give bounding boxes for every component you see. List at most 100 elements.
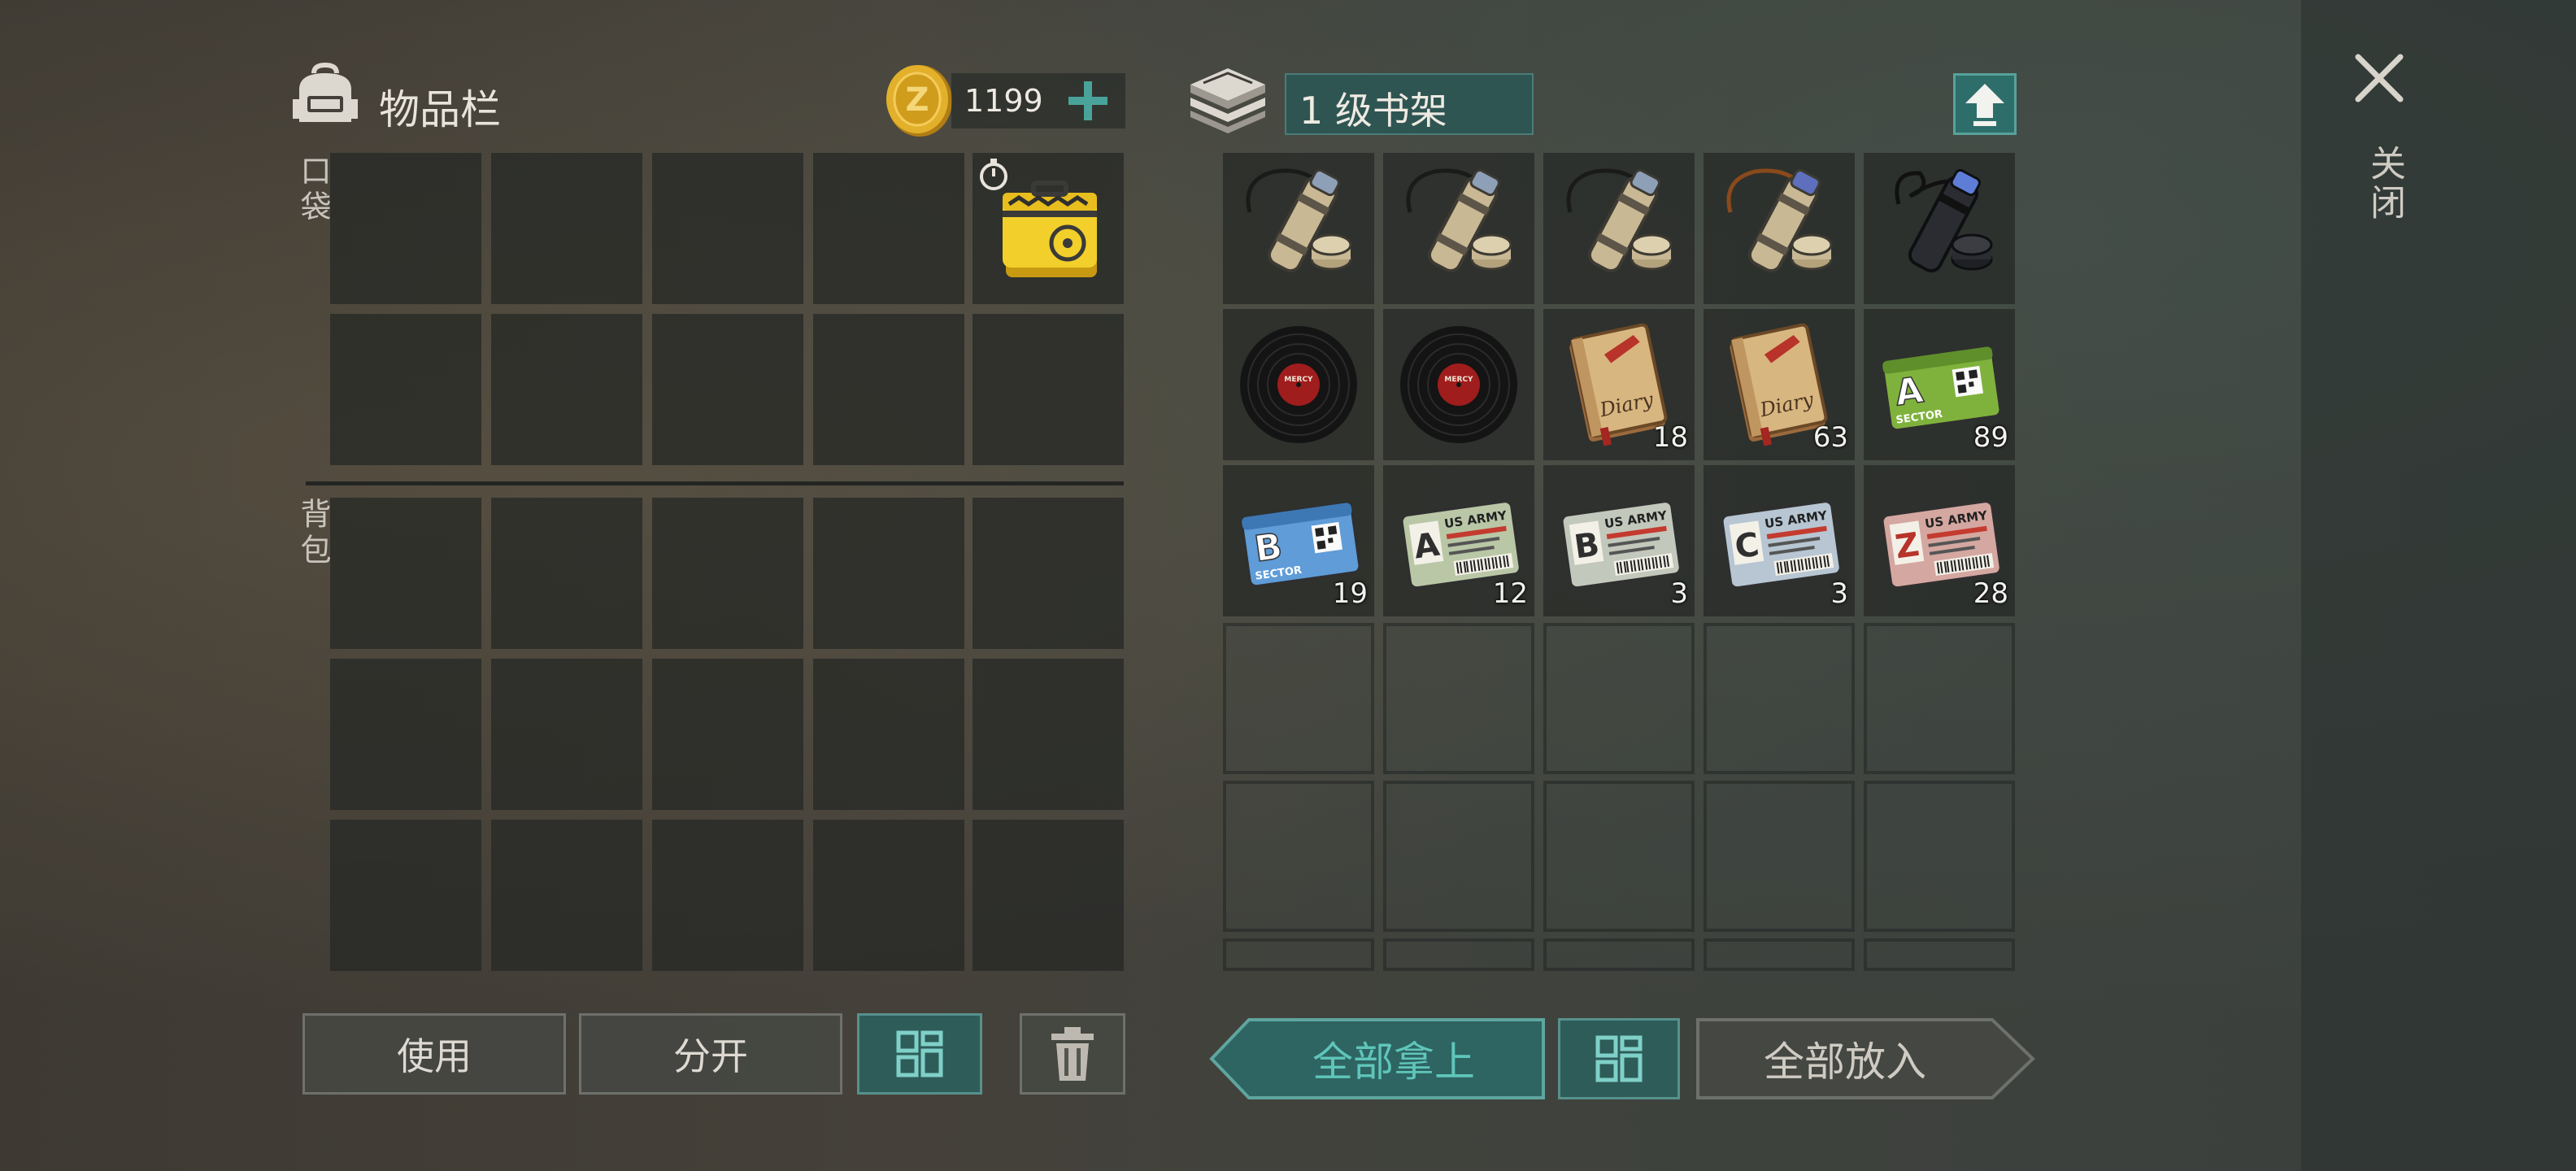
- upgrade-button[interactable]: [1953, 73, 2017, 135]
- backpack-slot[interactable]: [813, 659, 964, 810]
- pocket-slot[interactable]: [330, 314, 481, 465]
- storage-slot-empty[interactable]: [1223, 781, 1374, 932]
- coin-icon: Z: [886, 65, 952, 137]
- storage-slot-sector-card-b[interactable]: B SECTOR 19: [1223, 465, 1374, 616]
- storage-slot-map-case-orange[interactable]: [1704, 153, 1855, 304]
- take-all-label: 全部拿上: [1312, 1038, 1475, 1086]
- svg-text:A: A: [1892, 369, 1925, 414]
- storage-slot-empty[interactable]: [1704, 938, 1855, 971]
- backpack-slot[interactable]: [330, 820, 481, 971]
- pocket-slot[interactable]: [813, 314, 964, 465]
- storage-slot-vinyl-record[interactable]: MERCY: [1383, 309, 1534, 460]
- pocket-slot[interactable]: [491, 153, 642, 304]
- backpack-slot[interactable]: [330, 659, 481, 810]
- backpack-slot[interactable]: [491, 659, 642, 810]
- storage-slot-empty[interactable]: [1543, 623, 1695, 774]
- sort-storage-button[interactable]: [1558, 1018, 1680, 1099]
- item-quantity: 18: [1652, 421, 1688, 454]
- svg-text:B: B: [1252, 525, 1285, 570]
- vinyl-record-icon: MERCY: [1240, 326, 1357, 443]
- pocket-slot-toolbox[interactable]: [973, 153, 1124, 304]
- backpack-slot[interactable]: [813, 498, 964, 649]
- army-card-b-icon: B US ARMY: [1560, 500, 1682, 590]
- backpack-slot[interactable]: [652, 820, 803, 971]
- storage-slot-empty[interactable]: [1383, 781, 1534, 932]
- coin-amount: 1199: [964, 83, 1043, 119]
- trash-icon: [1051, 1027, 1094, 1081]
- army-card-c-icon: C US ARMY: [1721, 500, 1842, 590]
- timer-icon: [980, 159, 1007, 190]
- storage-slot-map-case-black[interactable]: [1864, 153, 2015, 304]
- bookshelf-icon: [1190, 68, 1265, 133]
- put-all-label: 全部放入: [1764, 1038, 1926, 1086]
- storage-slot-empty[interactable]: [1543, 781, 1695, 932]
- backpack-label: 背包: [295, 498, 331, 569]
- sort-grid-icon: [1595, 1035, 1643, 1082]
- storage-slot-army-card-a[interactable]: A US ARMY 12: [1383, 465, 1534, 616]
- backpack-slot[interactable]: [973, 820, 1124, 971]
- put-all-button[interactable]: 全部放入: [1695, 1016, 2036, 1101]
- sort-inventory-button[interactable]: [857, 1013, 982, 1095]
- item-quantity: 89: [1973, 421, 2008, 454]
- map-case-icon: [1566, 168, 1673, 273]
- take-all-button[interactable]: 全部拿上: [1208, 1016, 1547, 1101]
- backpack-slot[interactable]: [973, 498, 1124, 649]
- svg-text:A: A: [1412, 526, 1442, 567]
- backpack-icon: [293, 62, 358, 122]
- map-case-orange-icon: [1726, 168, 1833, 273]
- storage-slot-empty[interactable]: [1383, 938, 1534, 971]
- storage-slot-empty[interactable]: [1704, 781, 1855, 932]
- storage-slot-vinyl-record[interactable]: MERCY: [1223, 309, 1374, 460]
- storage-slot-empty[interactable]: [1864, 623, 2015, 774]
- svg-text:Z: Z: [905, 81, 929, 119]
- pocket-slot[interactable]: [330, 153, 481, 304]
- map-case-black-icon: [1895, 168, 1993, 273]
- map-case-icon: [1406, 168, 1512, 273]
- close-icon[interactable]: [2350, 49, 2408, 107]
- storage-slot-army-card-b[interactable]: B US ARMY 3: [1543, 465, 1695, 616]
- storage-slot-diary[interactable]: Diary 18: [1543, 309, 1695, 460]
- storage-slot-sector-card-a[interactable]: A SECTOR 89: [1864, 309, 2015, 460]
- pocket-slot[interactable]: [491, 314, 642, 465]
- backpack-slot[interactable]: [491, 820, 642, 971]
- discard-button[interactable]: [1020, 1013, 1125, 1095]
- svg-text:B: B: [1572, 526, 1602, 567]
- pocket-label: 口袋: [295, 155, 331, 226]
- storage-slot-map-case[interactable]: [1223, 153, 1374, 304]
- side-panel-strip: [2301, 0, 2576, 1171]
- storage-slot-empty[interactable]: [1223, 938, 1374, 971]
- pocket-backpack-divider: [306, 481, 1124, 485]
- item-quantity: 3: [1830, 577, 1848, 610]
- backpack-slot[interactable]: [491, 498, 642, 649]
- inventory-title: 物品栏: [379, 86, 501, 133]
- item-quantity: 3: [1670, 577, 1688, 610]
- close-label[interactable]: 关闭: [2358, 145, 2410, 223]
- storage-slot-empty[interactable]: [1704, 623, 1855, 774]
- sort-grid-icon: [896, 1030, 943, 1077]
- storage-slot-map-case[interactable]: [1383, 153, 1534, 304]
- pocket-slot[interactable]: [652, 153, 803, 304]
- add-coins-button[interactable]: [1062, 75, 1114, 127]
- use-button[interactable]: 使用: [302, 1013, 566, 1095]
- storage-slot-empty[interactable]: [1383, 623, 1534, 774]
- backpack-slot[interactable]: [652, 498, 803, 649]
- item-quantity: 63: [1812, 421, 1848, 454]
- storage-slot-army-card-c[interactable]: C US ARMY 3: [1704, 465, 1855, 616]
- storage-slot-map-case[interactable]: [1543, 153, 1695, 304]
- backpack-slot[interactable]: [330, 498, 481, 649]
- storage-slot-empty[interactable]: [1864, 938, 2015, 971]
- storage-slot-empty[interactable]: [1223, 623, 1374, 774]
- backpack-slot[interactable]: [652, 659, 803, 810]
- pocket-slot[interactable]: [652, 314, 803, 465]
- backpack-slot[interactable]: [813, 820, 964, 971]
- storage-slot-army-card-z[interactable]: Z US ARMY 28: [1864, 465, 2015, 616]
- map-case-icon: [1246, 168, 1352, 273]
- pocket-slot[interactable]: [813, 153, 964, 304]
- item-quantity: 12: [1492, 577, 1528, 610]
- pocket-slot[interactable]: [973, 314, 1124, 465]
- storage-slot-empty[interactable]: [1864, 781, 2015, 932]
- backpack-slot[interactable]: [973, 659, 1124, 810]
- split-button[interactable]: 分开: [579, 1013, 842, 1095]
- storage-slot-empty[interactable]: [1543, 938, 1695, 971]
- storage-slot-diary[interactable]: Diary 63: [1704, 309, 1855, 460]
